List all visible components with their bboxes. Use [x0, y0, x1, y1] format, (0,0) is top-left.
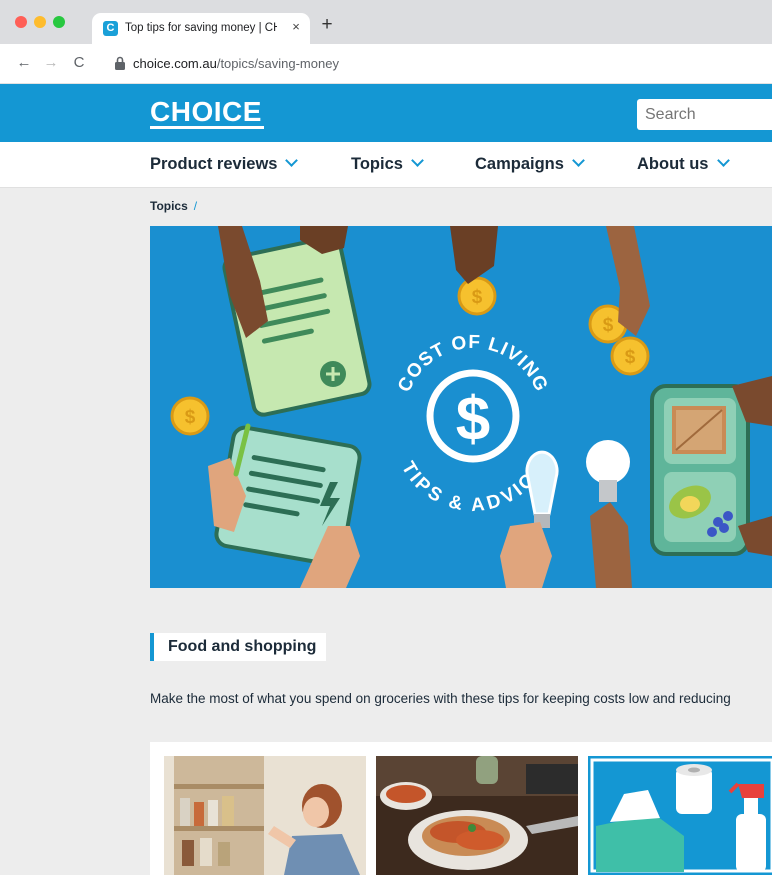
nav-label: Topics: [351, 155, 403, 173]
tab-close-icon[interactable]: ×: [288, 19, 304, 35]
tab-title: Top tips for saving money | CHOICE: [125, 22, 277, 34]
household-products-illustration: [588, 756, 772, 875]
section-heading: Food and shopping: [150, 633, 327, 661]
nav-item-about-us[interactable]: About us: [637, 154, 730, 174]
close-window-button[interactable]: [15, 16, 27, 28]
nav-item-topics[interactable]: Topics: [351, 154, 424, 174]
chevron-down-icon: [285, 154, 299, 167]
nav-label: About us: [637, 155, 709, 173]
chevron-down-icon: [411, 154, 424, 167]
new-tab-icon[interactable]: +: [318, 15, 336, 35]
browser-window: C Top tips for saving money | CHOICE × +…: [0, 0, 772, 875]
section-description: Make the most of what you spend on groce…: [150, 691, 731, 706]
tab-strip: C Top tips for saving money | CHOICE × +: [0, 0, 772, 44]
pantry-photo: [164, 756, 366, 875]
svg-text:$: $: [456, 385, 490, 454]
svg-text:$: $: [625, 347, 636, 368]
article-card-baked-beans[interactable]: [376, 756, 578, 875]
hero-illustration: $ $ $ $ $ COST OF LIVING TIPS & ADVIC: [150, 226, 772, 588]
svg-text:$: $: [603, 315, 614, 336]
url-path: /topics/saving-money: [216, 56, 339, 71]
breadcrumb-link-topics[interactable]: Topics: [150, 199, 188, 213]
url-domain: choice.com.au: [133, 56, 217, 71]
logo-underline: [150, 126, 264, 129]
choice-favicon-icon: C: [103, 21, 118, 36]
hero-banner: $ $ $ $ $ COST OF LIVING TIPS & ADVIC: [150, 226, 772, 588]
browser-tab[interactable]: C Top tips for saving money | CHOICE ×: [92, 13, 310, 44]
search-input[interactable]: [637, 99, 772, 130]
main-navigation: Product reviews Topics Campaigns About u…: [0, 142, 772, 188]
breadcrumb: Topics /: [150, 199, 197, 213]
back-arrow-icon[interactable]: ←: [16, 55, 32, 71]
article-card-strip: [150, 742, 772, 875]
breadcrumb-separator: /: [193, 199, 198, 213]
nav-label: Campaigns: [475, 155, 564, 173]
nav-item-campaigns[interactable]: Campaigns: [475, 154, 585, 174]
maximize-window-button[interactable]: [53, 16, 65, 28]
reload-icon[interactable]: C: [71, 55, 87, 71]
minimize-window-button[interactable]: [34, 16, 46, 28]
article-card-pantry[interactable]: [164, 756, 366, 875]
forward-arrow-icon[interactable]: →: [43, 55, 59, 71]
svg-text:$: $: [185, 407, 196, 428]
nav-label: Product reviews: [150, 155, 278, 173]
baked-beans-photo: [376, 756, 578, 875]
article-card-household-products[interactable]: [588, 756, 772, 875]
coin-icon: $: [170, 396, 210, 436]
chevron-down-icon: [572, 154, 585, 167]
coin-icon: $: [457, 276, 497, 316]
site-header: CHOICE: [0, 84, 772, 142]
chevron-down-icon: [716, 154, 730, 167]
svg-text:$: $: [472, 287, 483, 308]
address-toolbar: ← → C choice.com.au/topics/saving-money: [0, 44, 772, 84]
address-bar-url[interactable]: choice.com.au/topics/saving-money: [133, 56, 339, 71]
lunchbox-illustration: [650, 384, 750, 556]
lock-icon: [115, 56, 125, 70]
nav-item-product-reviews[interactable]: Product reviews: [150, 154, 299, 174]
coin-icon: $: [610, 336, 650, 376]
choice-logo[interactable]: CHOICE: [150, 96, 262, 128]
